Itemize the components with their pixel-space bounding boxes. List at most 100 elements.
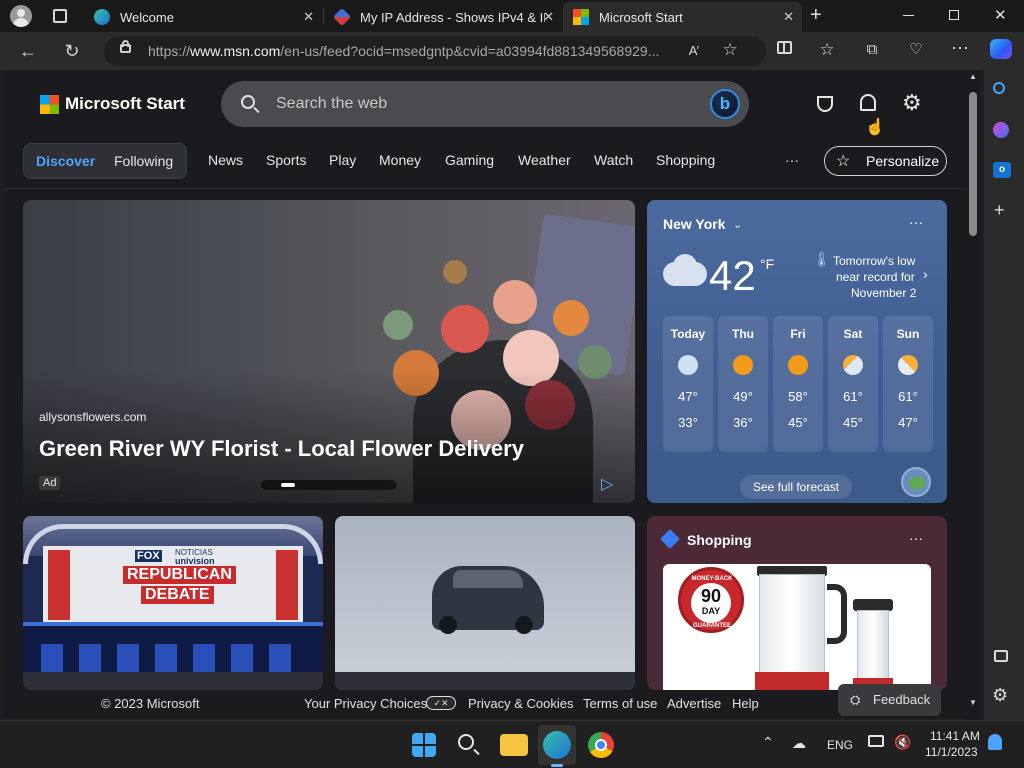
privacy-choices-link[interactable]: Your Privacy Choices bbox=[304, 696, 427, 711]
file-explorer-icon[interactable] bbox=[500, 734, 528, 756]
scroll-down-icon[interactable]: ▼ bbox=[969, 698, 977, 707]
favorites-icon[interactable]: ☆ bbox=[815, 38, 839, 62]
read-aloud-icon[interactable]: A’ bbox=[682, 39, 706, 63]
new-tab-button[interactable]: + bbox=[810, 4, 822, 27]
copilot-icon[interactable] bbox=[989, 39, 1013, 67]
carousel-dots[interactable] bbox=[261, 480, 397, 490]
clock-time[interactable]: 11:41 AM bbox=[930, 729, 980, 743]
weather-card[interactable]: New York ⌄ ··· 42 °F 🌡 Tomorrow's low ne… bbox=[647, 200, 947, 503]
rewards-trophy-icon[interactable] bbox=[817, 96, 833, 112]
sidebar-add-icon[interactable]: + bbox=[994, 200, 1005, 221]
favorite-star-icon[interactable]: ☆ bbox=[718, 38, 742, 62]
back-icon[interactable]: ← bbox=[16, 39, 40, 63]
nav-money[interactable]: Money bbox=[379, 152, 421, 168]
tab-microsoft-start[interactable]: Microsoft Start ✕ bbox=[563, 2, 802, 32]
close-tab-icon[interactable]: ✕ bbox=[543, 9, 554, 25]
nav-play[interactable]: Play bbox=[329, 152, 356, 168]
day-name: Sat bbox=[843, 327, 863, 341]
settings-gear-icon[interactable]: ⚙ bbox=[902, 90, 922, 116]
nav-more-icon[interactable]: ··· bbox=[785, 152, 799, 168]
close-tab-icon[interactable]: ✕ bbox=[783, 9, 794, 25]
help-link[interactable]: Help bbox=[732, 696, 759, 711]
more-menu-icon[interactable]: ⋯ bbox=[948, 36, 972, 60]
forecast-day-fri[interactable]: Fri 58° 45° bbox=[773, 316, 823, 452]
nav-weather[interactable]: Weather bbox=[518, 152, 571, 168]
personalize-button[interactable]: ☆ Personalize bbox=[824, 146, 947, 176]
news-card-debate[interactable]: FOX NOTICIAS univision REPUBLICAN DEBATE bbox=[23, 516, 323, 690]
language-indicator[interactable]: ENG bbox=[827, 738, 853, 752]
forecast-day-sun[interactable]: Sun 61° 47° bbox=[883, 316, 933, 452]
search-input[interactable]: Search the web bbox=[276, 95, 387, 113]
split-screen-icon[interactable] bbox=[772, 38, 796, 62]
sidebar-settings-icon[interactable]: ⚙ bbox=[992, 685, 1008, 706]
sidebar-copilot-icon[interactable] bbox=[993, 122, 1009, 138]
tab-welcome[interactable]: Welcome ✕ bbox=[84, 2, 322, 32]
search-box[interactable]: Search the web b bbox=[221, 81, 749, 127]
hero-ad-card[interactable]: allysonsflowers.com Green River WY Flori… bbox=[23, 200, 635, 503]
adchoices-icon[interactable]: ▷ bbox=[601, 474, 613, 494]
weather-location[interactable]: New York bbox=[663, 216, 726, 232]
feedback-button[interactable]: ⛭ Feedback bbox=[838, 684, 941, 716]
network-icon[interactable]: ☁ bbox=[792, 735, 806, 752]
privacy-cookies-link[interactable]: Privacy & Cookies bbox=[468, 696, 573, 711]
shopping-card[interactable]: Shopping ··· MONEY-BACK 90 DAY GUARANTEE bbox=[647, 516, 947, 690]
tab-actions-icon[interactable] bbox=[53, 9, 67, 23]
alert-line1[interactable]: Tomorrow's low bbox=[833, 254, 915, 268]
tab-following[interactable]: Following bbox=[114, 153, 173, 169]
see-full-forecast-button[interactable]: See full forecast bbox=[740, 475, 852, 499]
alert-line2[interactable]: near record for bbox=[836, 270, 915, 284]
close-tab-icon[interactable]: ✕ bbox=[303, 9, 314, 25]
notification-bell-icon[interactable] bbox=[988, 734, 1002, 750]
nav-gaming[interactable]: Gaming bbox=[445, 152, 494, 168]
url-field[interactable]: https://www.msn.com/en-us/feed?ocid=msed… bbox=[104, 36, 766, 66]
browser-essentials-icon[interactable]: ♡ bbox=[904, 38, 928, 62]
page-scrollbar[interactable]: ▲ ▼ bbox=[966, 70, 980, 720]
tab-my-ip[interactable]: My IP Address - Shows IPv4 & IP ✕ bbox=[324, 2, 562, 32]
close-window-button[interactable]: ✕ bbox=[994, 6, 1007, 24]
nav-shopping[interactable]: Shopping bbox=[656, 152, 715, 168]
forecast-day-thu[interactable]: Thu 49° 36° bbox=[718, 316, 768, 452]
terms-link[interactable]: Terms of use bbox=[583, 696, 657, 711]
refresh-icon[interactable]: ↻ bbox=[60, 39, 84, 63]
nav-watch[interactable]: Watch bbox=[594, 152, 633, 168]
profile-avatar[interactable] bbox=[10, 5, 32, 27]
windows-start-icon[interactable] bbox=[412, 733, 436, 757]
minimize-button[interactable] bbox=[903, 15, 914, 16]
collections-icon[interactable]: ⧉ bbox=[860, 38, 884, 62]
weather-more-icon[interactable]: ··· bbox=[909, 214, 923, 230]
temp-unit[interactable]: °F bbox=[760, 256, 774, 272]
display-icon[interactable] bbox=[868, 735, 884, 747]
nav-sports[interactable]: Sports bbox=[266, 152, 306, 168]
hero-headline[interactable]: Green River WY Florist - Local Flower De… bbox=[39, 436, 524, 462]
show-hidden-icons[interactable]: ⌃ bbox=[762, 734, 774, 751]
volume-muted-icon[interactable]: 🔇 bbox=[894, 734, 911, 751]
bing-chat-icon[interactable]: b bbox=[710, 89, 740, 119]
weather-map-icon[interactable] bbox=[901, 467, 931, 497]
forecast-day-today[interactable]: Today 47° 33° bbox=[663, 316, 713, 452]
scroll-thumb[interactable] bbox=[969, 92, 977, 236]
forecast-day-sat[interactable]: Sat 61° 45° bbox=[828, 316, 878, 452]
ad-source[interactable]: allysonsflowers.com bbox=[39, 410, 146, 424]
maximize-button[interactable] bbox=[949, 10, 959, 20]
microsoft-logo[interactable] bbox=[40, 95, 59, 114]
taskbar-search-icon[interactable] bbox=[458, 734, 474, 750]
news-card-car[interactable] bbox=[335, 516, 635, 690]
chevron-right-icon[interactable]: › bbox=[923, 266, 928, 282]
shopping-title[interactable]: Shopping bbox=[687, 532, 752, 548]
edge-taskbar-icon[interactable] bbox=[543, 731, 571, 759]
sidebar-search-icon[interactable] bbox=[993, 82, 1005, 94]
tab-discover[interactable]: Discover bbox=[36, 153, 95, 169]
shopping-more-icon[interactable]: ··· bbox=[909, 530, 923, 546]
notifications-bell-icon[interactable] bbox=[860, 94, 876, 111]
advertise-link[interactable]: Advertise bbox=[667, 696, 721, 711]
scroll-up-icon[interactable]: ▲ bbox=[969, 72, 977, 81]
sidebar-outlook-icon[interactable]: o bbox=[993, 162, 1011, 178]
clock-date[interactable]: 11/1/2023 bbox=[925, 745, 978, 759]
nav-news[interactable]: News bbox=[208, 152, 243, 168]
sidebar-hide-icon[interactable] bbox=[994, 650, 1008, 662]
alert-line3[interactable]: November 2 bbox=[851, 286, 916, 300]
brand-title[interactable]: Microsoft Start bbox=[65, 94, 185, 114]
chevron-down-icon[interactable]: ⌄ bbox=[733, 218, 742, 231]
blender-product-image[interactable]: MONEY-BACK 90 DAY GUARANTEE bbox=[663, 564, 931, 690]
chrome-taskbar-icon[interactable] bbox=[588, 732, 614, 758]
